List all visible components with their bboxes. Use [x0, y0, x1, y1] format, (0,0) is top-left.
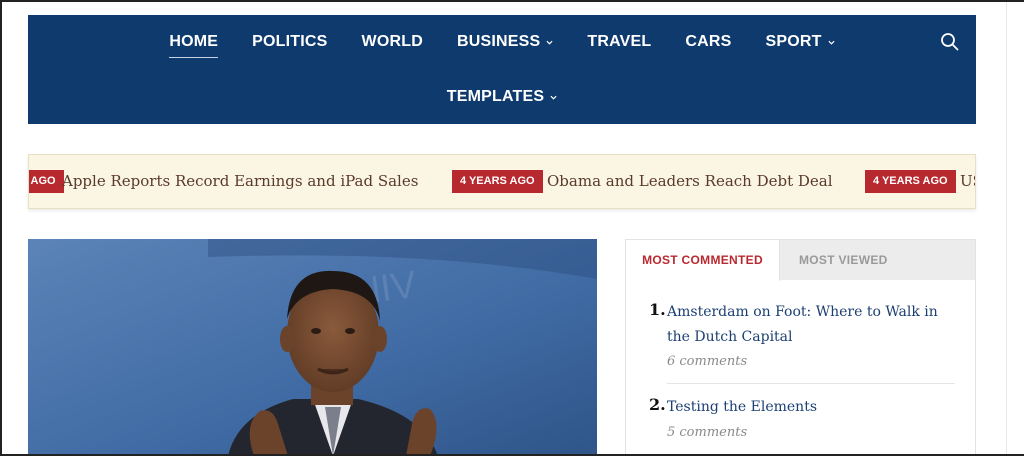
list-item-comment-count[interactable]: 6 comments: [667, 354, 747, 369]
list-item-title[interactable]: Testing the Elements: [667, 395, 957, 420]
featured-article-image[interactable]: UNIV: [28, 239, 597, 456]
popular-posts-widget: MOST COMMENTED MOST VIEWED 1. Amsterdam …: [625, 239, 976, 456]
nav-item-label: CARS: [685, 33, 732, 50]
list-item-number: 1.: [649, 300, 666, 319]
ticker-time-badge: 4 YEARS AGO: [29, 170, 64, 193]
divider: [667, 383, 955, 384]
nav-item-label: POLITICS: [252, 33, 328, 50]
ticker-headline[interactable]: US: [960, 170, 975, 193]
page-scrollbar[interactable]: [1006, 0, 1024, 456]
nav-item-travel[interactable]: TRAVEL: [587, 31, 651, 53]
search-icon[interactable]: [940, 32, 960, 52]
ticker-headline[interactable]: Apple Reports Record Earnings and iPad S…: [62, 170, 418, 193]
widget-tabs: MOST COMMENTED MOST VIEWED: [626, 240, 975, 281]
chevron-down-icon: [550, 95, 557, 100]
ticker-time-badge: 4 YEARS AGO: [452, 170, 543, 193]
nav-item-sport[interactable]: SPORT: [766, 31, 835, 53]
chevron-down-icon: [828, 40, 835, 45]
ticker-headline[interactable]: Obama and Leaders Reach Debt Deal: [547, 170, 833, 193]
list-item-comment-count[interactable]: 5 comments: [667, 425, 747, 440]
nav-item-label: SPORT: [765, 33, 822, 50]
chevron-down-icon: [546, 40, 553, 45]
nav-item-label: BUSINESS: [456, 33, 541, 50]
nav-item-cars[interactable]: CARS: [685, 31, 731, 53]
speaker-photo: UNIV: [28, 239, 597, 456]
list-item-number: 2.: [649, 395, 666, 414]
nav-item-business[interactable]: BUSINESS: [457, 31, 553, 53]
nav-item-world[interactable]: WORLD: [362, 31, 423, 53]
main-navigation: HOME POLITICS WORLD BUSINESS TRAVEL CARS…: [28, 15, 976, 124]
nav-item-label: TEMPLATES: [446, 88, 545, 105]
ticker-time-badge: 4 YEARS AGO: [865, 170, 956, 193]
list-item-title[interactable]: Amsterdam on Foot: Where to Walk in the …: [667, 300, 957, 350]
tab-most-viewed[interactable]: MOST VIEWED: [799, 240, 888, 281]
nav-row-primary: HOME POLITICS WORLD BUSINESS TRAVEL CARS…: [28, 31, 976, 58]
news-ticker: 4 YEARS AGO Apple Reports Record Earning…: [28, 154, 976, 209]
nav-item-politics[interactable]: POLITICS: [252, 31, 327, 53]
nav-item-label: WORLD: [361, 33, 423, 50]
nav-row-secondary: TEMPLATES: [28, 86, 976, 108]
nav-item-home[interactable]: HOME: [169, 31, 219, 58]
nav-item-templates[interactable]: TEMPLATES: [447, 86, 558, 108]
nav-item-label: HOME: [169, 33, 219, 50]
nav-item-label: TRAVEL: [587, 33, 652, 50]
tab-most-commented[interactable]: MOST COMMENTED: [626, 240, 780, 281]
